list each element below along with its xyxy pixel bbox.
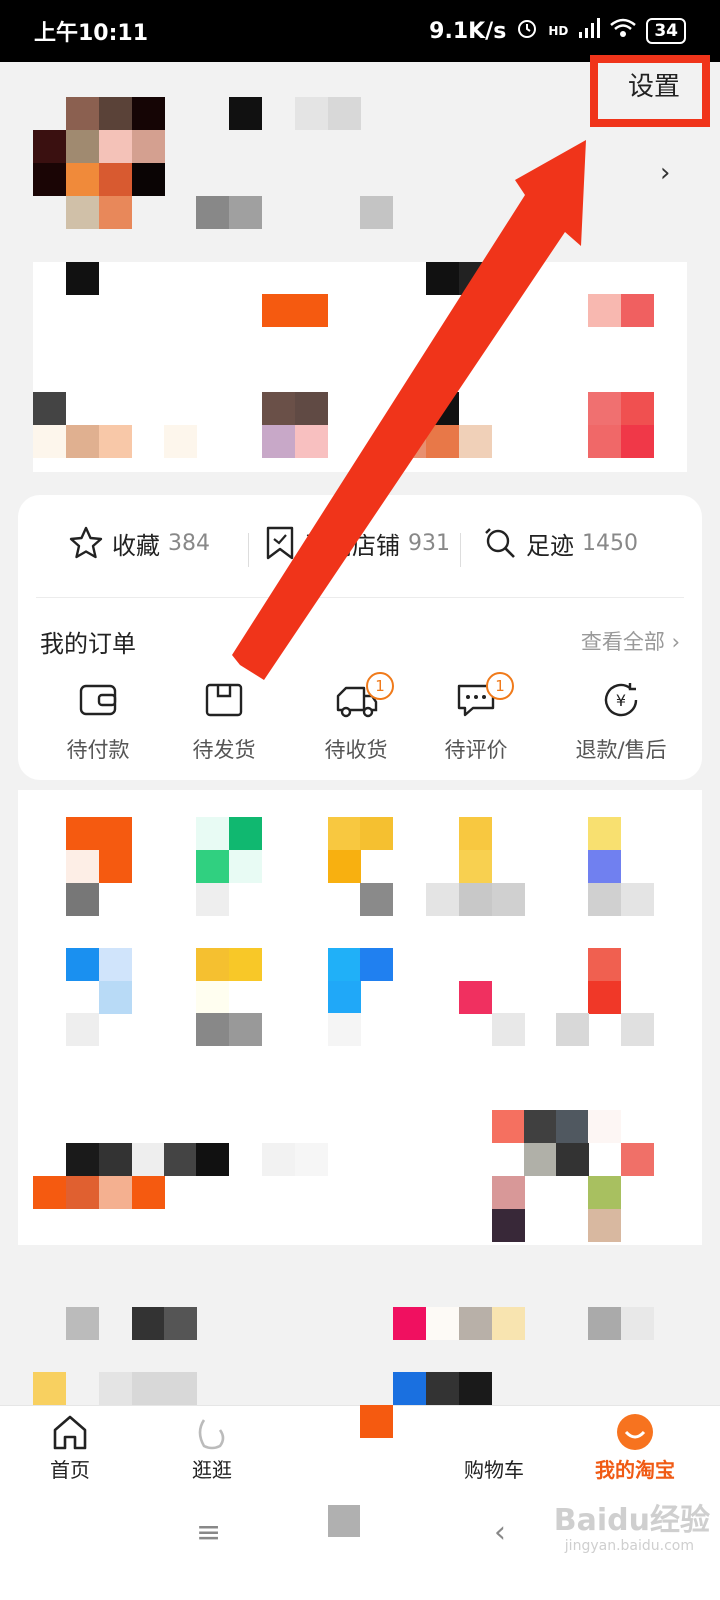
footprint-icon [485,528,515,558]
wallet-icon [79,684,117,716]
network-type: HD [548,24,569,38]
orders-title: 我的订单 [40,630,136,658]
bookmark-icon [266,526,294,560]
stat-label: 足迹 [526,531,574,560]
stat-count: 384 [168,530,210,556]
stat-label: 订阅店铺 [304,531,400,560]
order-label: 待收货 [324,738,388,762]
stat-label: 收藏 [112,531,160,560]
signal-icon [578,18,601,44]
nav-label: 首页 [50,1458,90,1482]
stat-subscribed-shops[interactable]: 订阅店铺 931 [264,525,450,561]
order-pending-review[interactable]: 1 待评价 [416,672,536,764]
order-badge: 1 [486,672,514,700]
status-bar: 上午10:11 9.1K/s HD 34 [0,0,720,62]
stat-count: 1450 [582,530,638,556]
order-pending-payment[interactable]: 待付款 [38,680,158,764]
order-label: 待发货 [192,738,256,762]
svg-text:¥: ¥ [616,691,626,710]
view-all-orders-link[interactable]: 查看全部 › [581,626,680,656]
order-pending-shipment[interactable]: 待发货 [164,680,284,764]
net-speed: 9.1K/s [429,18,507,44]
settings-button[interactable]: 设置 [624,64,684,105]
home-icon [53,1415,87,1450]
alarm-icon [516,17,538,45]
order-badge: 1 [366,672,394,700]
view-all-label: 查看全部 [580,630,665,654]
stat-footprints[interactable]: 足迹 1450 [482,525,638,561]
order-label: 待付款 [66,738,130,762]
refund-icon: ¥ [604,683,638,717]
stat-favorites[interactable]: 收藏 384 [68,525,210,561]
wifi-icon [610,18,637,44]
order-label: 退款/售后 [575,738,667,762]
box-icon [205,683,243,717]
menu-icon[interactable]: ≡ [196,1515,221,1550]
divider [460,533,461,567]
watermark-url: jingyan.baidu.com [564,1538,694,1554]
order-refund-aftersale[interactable]: ¥ 退款/售后 [556,680,686,764]
nav-label: 购物车 [464,1458,524,1482]
chevron-right-icon: › [671,630,680,654]
watermark-logo: Baidu经验 [553,1503,710,1538]
profile-icon [617,1414,653,1450]
stat-count: 931 [408,530,450,556]
order-label: 待评价 [444,738,508,762]
nav-center-mosaic [360,1405,393,1438]
battery-level: 34 [646,18,686,44]
divider [248,533,249,567]
status-time: 上午10:11 [34,21,149,46]
home-square-icon[interactable] [328,1505,360,1537]
status-right: 9.1K/s HD 34 [429,17,686,45]
order-pending-receipt[interactable]: 1 待收货 [296,672,416,764]
back-icon[interactable]: ‹ [494,1515,506,1550]
nav-label: 我的淘宝 [595,1458,675,1482]
divider [36,597,684,598]
explore-icon [198,1419,225,1450]
chevron-right-icon[interactable]: › [660,158,670,188]
star-icon [69,526,103,559]
nav-label: 逛逛 [192,1458,232,1482]
